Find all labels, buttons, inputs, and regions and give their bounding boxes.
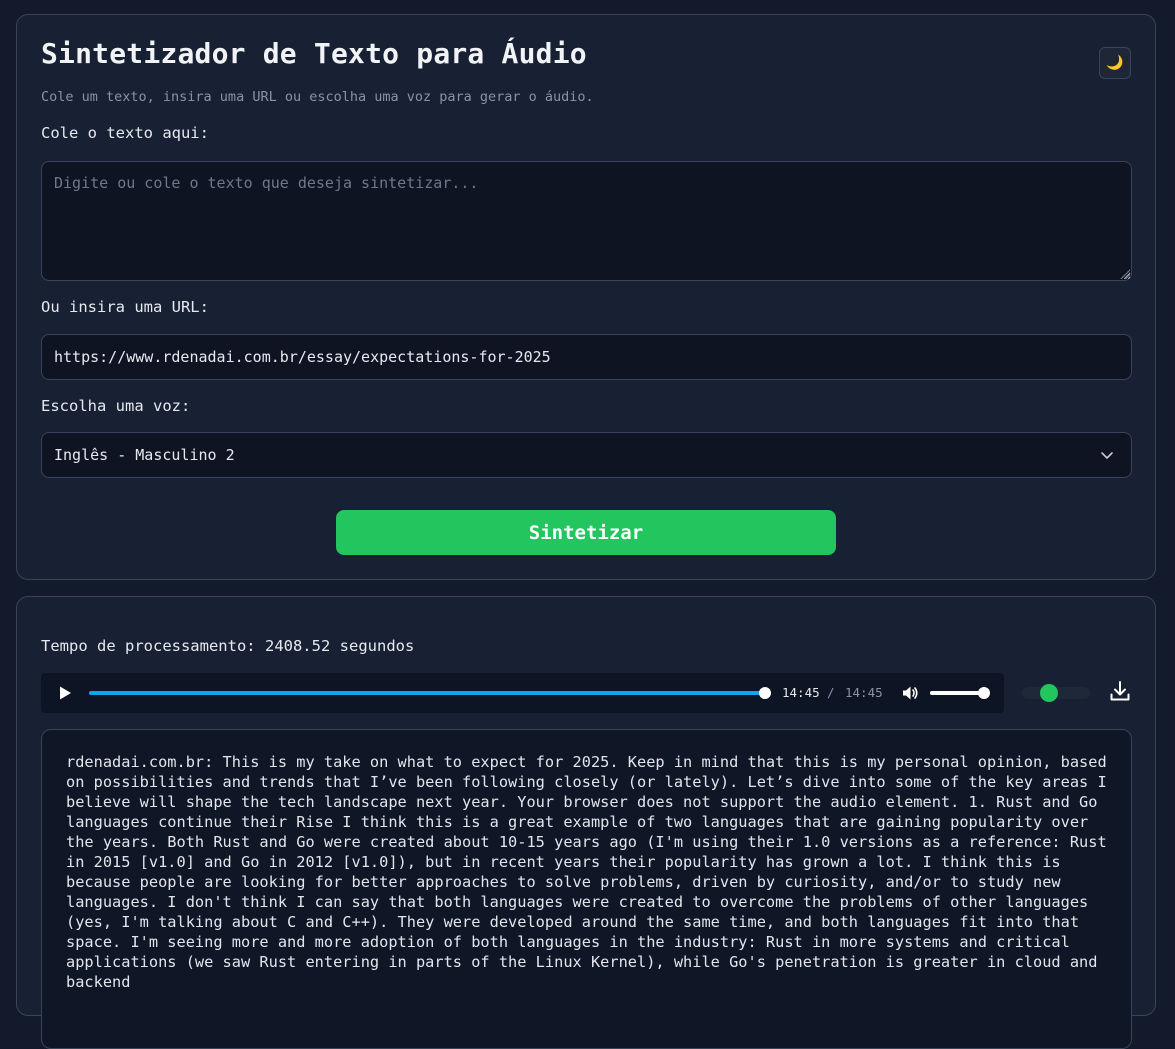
voice-select[interactable]: Inglês - Masculino 2 [41,432,1132,478]
synthesizer-form-card: Sintetizador de Texto para Áudio 🌙 Cole … [16,14,1156,580]
voice-select-label: Escolha uma voz: [41,397,191,415]
url-input[interactable] [41,334,1132,380]
audio-progress-bar[interactable] [89,687,771,699]
processing-time-value: 2408.52 [264,637,331,655]
chevron-down-icon [1101,452,1113,459]
volume-slider-fill [930,691,984,695]
audio-progress-fill [89,691,765,695]
processing-time-label: Tempo de processamento: [41,637,256,655]
text-input[interactable] [41,161,1132,281]
processing-time-unit: segundos [339,637,415,655]
current-time: 14:45 [782,685,820,700]
moon-icon: 🌙 [1106,55,1124,71]
audio-player: 14:45 / 14:45 [41,673,1004,713]
page-title: Sintetizador de Texto para Áudio [41,37,587,70]
voice-select-value: Inglês - Masculino 2 [54,446,235,464]
transcript-text: rdenadai.com.br: This is my take on what… [41,729,1132,1049]
resize-handle-icon[interactable] [1120,269,1130,279]
page-subtitle: Cole um texto, insira uma URL ou escolha… [41,89,594,105]
playback-toggle[interactable] [1022,684,1090,702]
processing-time: Tempo de processamento: 2408.52 segundos [41,637,414,655]
time-separator: / [827,685,835,700]
total-time: 14:45 [845,685,883,700]
playback-toggle-knob [1040,684,1058,702]
play-icon[interactable] [57,685,73,701]
result-card: Tempo de processamento: 2408.52 segundos… [16,596,1156,1049]
volume-slider[interactable] [930,687,990,699]
synthesize-button[interactable]: Sintetizar [336,510,836,555]
text-input-label: Cole o texto aqui: [41,124,209,142]
volume-slider-handle[interactable] [978,687,990,699]
url-input-label: Ou insira uma URL: [41,298,209,316]
download-icon[interactable] [1108,679,1132,703]
theme-toggle-button[interactable]: 🌙 [1099,47,1131,79]
audio-progress-handle[interactable] [759,687,771,699]
volume-icon[interactable] [901,684,919,702]
